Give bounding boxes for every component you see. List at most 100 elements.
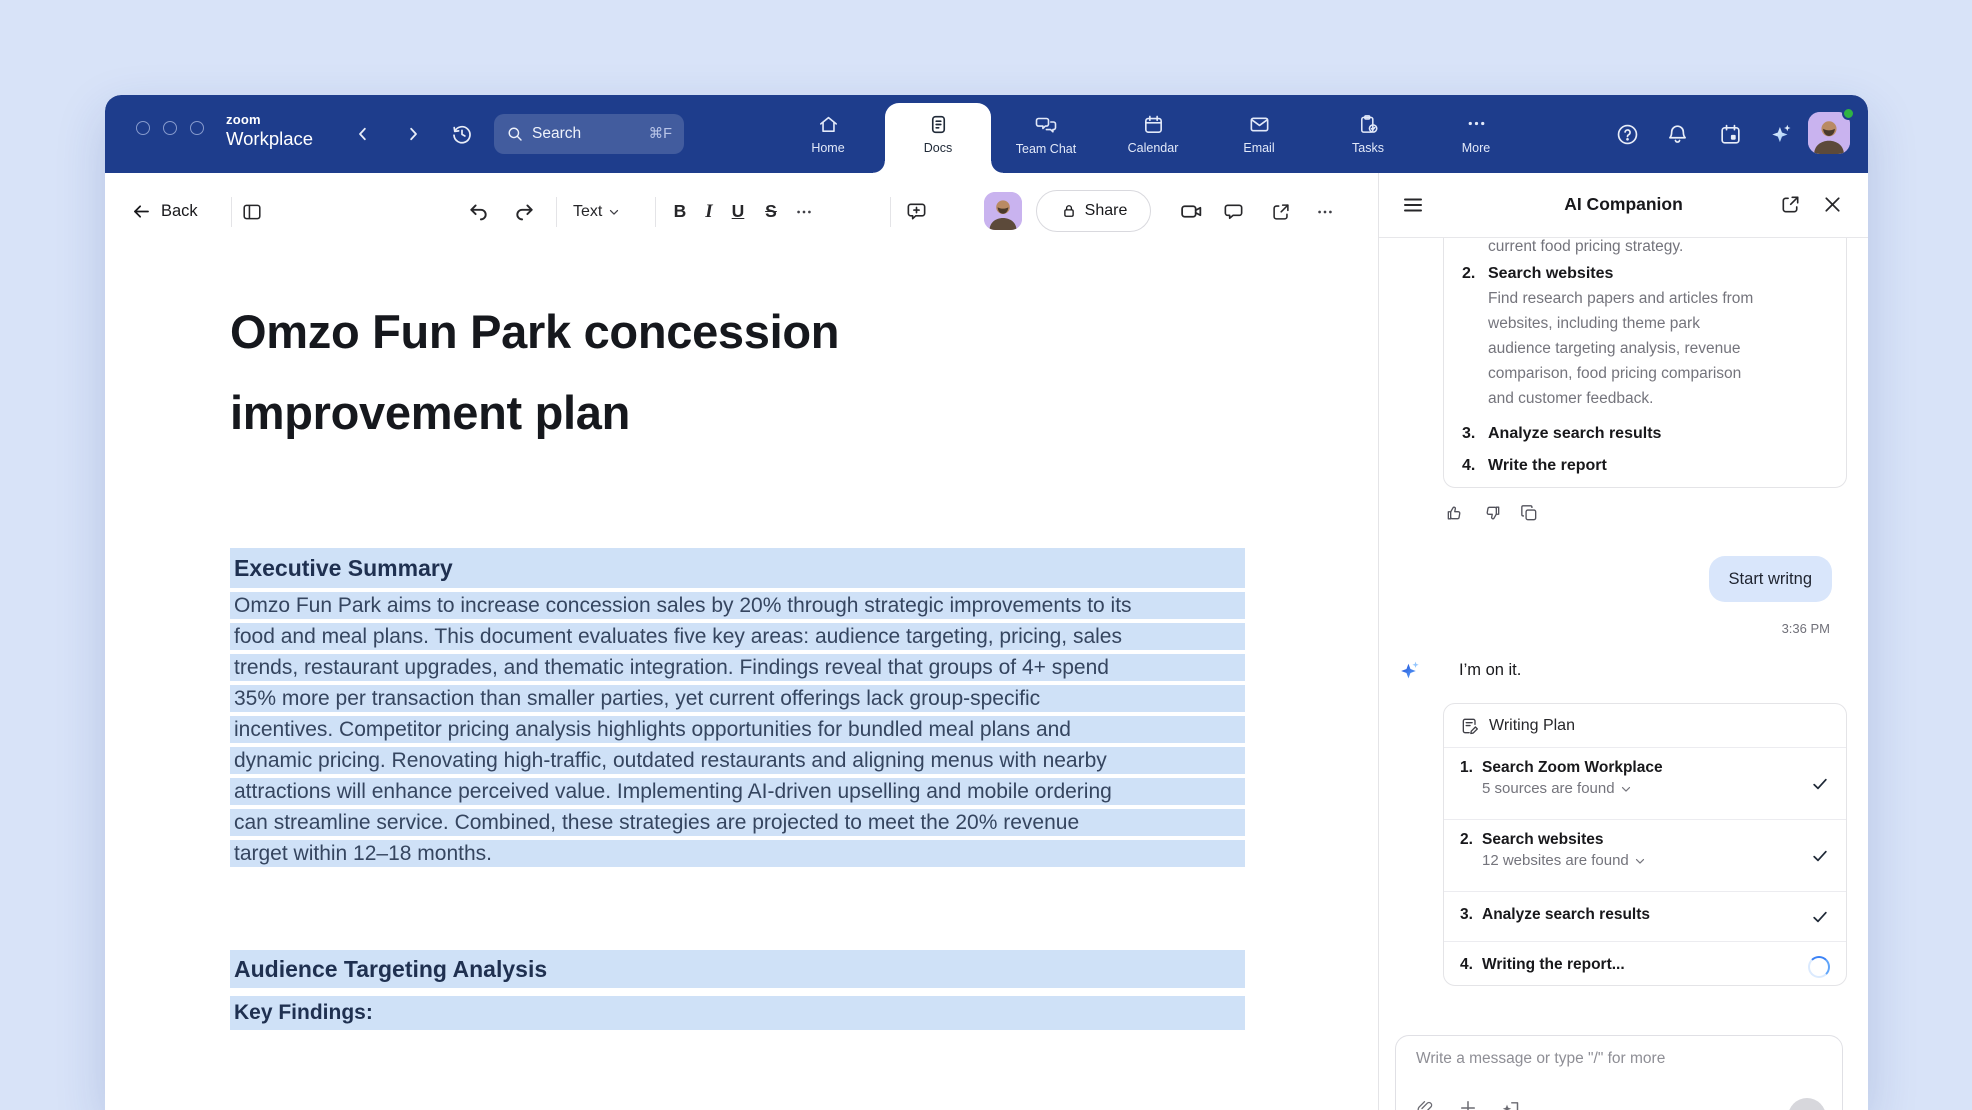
step-title: Analyze search results bbox=[1482, 906, 1650, 923]
presence-dot bbox=[1842, 107, 1855, 120]
italic-label: I bbox=[705, 201, 712, 223]
calendar-icon bbox=[1142, 113, 1165, 136]
copy-button[interactable] bbox=[1519, 503, 1539, 523]
step-number: 1. bbox=[1460, 759, 1482, 777]
heading-audience-targeting[interactable]: Audience Targeting Analysis bbox=[230, 950, 1245, 988]
doc-chat-button[interactable] bbox=[1222, 173, 1245, 250]
check-icon bbox=[1810, 774, 1830, 794]
more-options-button[interactable] bbox=[1315, 173, 1335, 250]
calendar-date-icon bbox=[1718, 122, 1743, 147]
chevron-down-icon bbox=[1633, 854, 1647, 868]
more-formatting-button[interactable] bbox=[789, 173, 819, 250]
help-icon bbox=[1615, 122, 1640, 147]
window-close-button[interactable] bbox=[136, 121, 150, 135]
text-style-label: Text bbox=[573, 203, 602, 221]
panel-popout-button[interactable] bbox=[1779, 193, 1802, 216]
start-video-button[interactable] bbox=[1179, 173, 1204, 250]
history-icon bbox=[450, 122, 474, 146]
insert-to-doc-button[interactable] bbox=[1500, 1098, 1521, 1110]
tab-tasks[interactable]: Tasks bbox=[1320, 95, 1416, 173]
paragraph-line: can streamline service. Combined, these … bbox=[230, 809, 1245, 836]
composer-actions bbox=[1416, 1098, 1521, 1110]
collaborator-avatar[interactable] bbox=[984, 192, 1022, 230]
schedule-button[interactable] bbox=[1713, 95, 1747, 173]
plan-step-2[interactable]: 2.Search websites 12 websites are found bbox=[1444, 820, 1846, 892]
step-check bbox=[1810, 774, 1830, 794]
user-message-bubble: Start writng bbox=[1709, 556, 1832, 602]
plan-preview-item: 3.Analyze search results bbox=[1462, 425, 1828, 443]
email-icon bbox=[1248, 113, 1271, 136]
back-label: Back bbox=[161, 202, 198, 221]
global-search[interactable]: ⌘F bbox=[494, 114, 684, 154]
item-title: Search websites bbox=[1488, 265, 1613, 282]
executive-summary-paragraph[interactable]: Omzo Fun Park aims to increase concessio… bbox=[230, 592, 1245, 871]
help-button[interactable] bbox=[1610, 95, 1644, 173]
ai-message-composer[interactable] bbox=[1395, 1035, 1843, 1110]
italic-button[interactable]: I bbox=[694, 173, 724, 250]
lock-icon bbox=[1060, 202, 1078, 220]
send-button[interactable] bbox=[1788, 1098, 1826, 1110]
tab-calendar[interactable]: Calendar bbox=[1105, 95, 1201, 173]
tab-email[interactable]: Email bbox=[1211, 95, 1307, 173]
step-detail[interactable]: 5 sources are found bbox=[1460, 780, 1830, 797]
composer-input[interactable] bbox=[1416, 1050, 1796, 1068]
panel-close-button[interactable] bbox=[1821, 193, 1844, 216]
ai-companion-nav-button[interactable] bbox=[1764, 95, 1798, 173]
bold-button[interactable]: B bbox=[665, 173, 695, 250]
document-canvas[interactable]: Omzo Fun Park concession improvement pla… bbox=[105, 250, 1378, 1110]
text-style-dropdown[interactable]: Text bbox=[573, 173, 621, 250]
step-number: 4. bbox=[1460, 956, 1482, 974]
ai-panel-scroll-area[interactable]: current food pricing strategy. 2.Search … bbox=[1379, 173, 1868, 1110]
window-controls[interactable] bbox=[136, 121, 204, 135]
writing-plan-header: Writing Plan bbox=[1444, 704, 1846, 748]
window-minimize-button[interactable] bbox=[163, 121, 177, 135]
redo-button[interactable] bbox=[513, 173, 536, 250]
plan-step-4[interactable]: 4.Writing the report... bbox=[1444, 942, 1846, 992]
open-external-icon bbox=[1779, 193, 1802, 216]
step-title: Search websites bbox=[1482, 831, 1603, 848]
search-input[interactable] bbox=[532, 125, 624, 143]
step-spinner bbox=[1808, 956, 1830, 978]
ai-sparkle-icon bbox=[1397, 658, 1422, 683]
paragraph-line: target within 12–18 months. bbox=[230, 840, 1245, 867]
tab-team-chat[interactable]: Team Chat bbox=[998, 95, 1094, 173]
writing-plan-card: Writing Plan 1.Search Zoom Workplace 5 s… bbox=[1443, 703, 1847, 986]
add-comment-button[interactable] bbox=[905, 173, 928, 250]
undo-button[interactable] bbox=[467, 173, 490, 250]
heading-key-findings[interactable]: Key Findings: bbox=[230, 996, 1245, 1030]
undo-icon bbox=[467, 200, 490, 223]
close-icon bbox=[1821, 193, 1844, 216]
back-button[interactable]: Back bbox=[131, 173, 198, 250]
nav-back-button[interactable] bbox=[348, 95, 378, 173]
thumbs-up-button[interactable] bbox=[1445, 503, 1465, 523]
thumbs-down-icon bbox=[1482, 503, 1502, 523]
window-zoom-button[interactable] bbox=[190, 121, 204, 135]
history-button[interactable] bbox=[445, 95, 479, 173]
logo-zoom: zoom bbox=[226, 112, 313, 127]
underline-label: U bbox=[732, 201, 745, 222]
step-detail-text: 5 sources are found bbox=[1482, 780, 1615, 797]
attach-file-button[interactable] bbox=[1416, 1098, 1436, 1110]
add-button[interactable] bbox=[1458, 1098, 1478, 1110]
step-detail[interactable]: 12 websites are found bbox=[1460, 852, 1830, 869]
share-button[interactable]: Share bbox=[1036, 190, 1151, 232]
desc-line: Find research papers and articles from bbox=[1488, 286, 1828, 311]
notifications-button[interactable] bbox=[1660, 95, 1694, 173]
check-icon bbox=[1810, 907, 1830, 927]
plan-step-3[interactable]: 3.Analyze search results bbox=[1444, 892, 1846, 942]
open-external-button[interactable] bbox=[1270, 173, 1292, 250]
tab-home[interactable]: Home bbox=[780, 95, 876, 173]
sidebar-toggle-button[interactable] bbox=[241, 173, 263, 250]
back-arrow-icon bbox=[131, 201, 152, 222]
tab-more[interactable]: More bbox=[1428, 95, 1524, 173]
underline-button[interactable]: U bbox=[723, 173, 753, 250]
strikethrough-button[interactable]: S bbox=[756, 173, 786, 250]
nav-forward-button[interactable] bbox=[398, 95, 428, 173]
doc-title[interactable]: Omzo Fun Park concession improvement pla… bbox=[230, 291, 1245, 453]
doc-title-line1: Omzo Fun Park concession bbox=[230, 291, 1245, 372]
search-icon bbox=[506, 125, 524, 143]
plan-step-1[interactable]: 1.Search Zoom Workplace 5 sources are fo… bbox=[1444, 748, 1846, 820]
tab-docs[interactable]: Docs bbox=[890, 95, 986, 173]
thumbs-down-button[interactable] bbox=[1482, 503, 1502, 523]
heading-executive-summary[interactable]: Executive Summary bbox=[230, 548, 1245, 588]
